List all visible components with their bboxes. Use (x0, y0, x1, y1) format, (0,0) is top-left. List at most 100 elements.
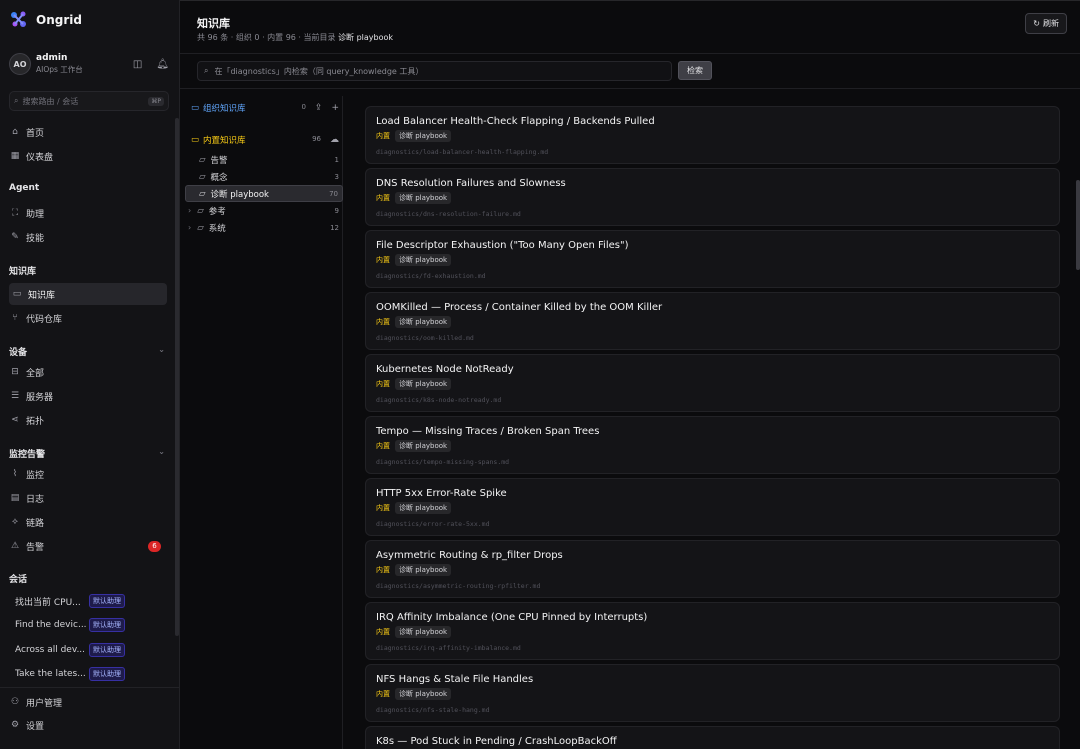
document-card[interactable]: K8s — Pod Stuck in Pending / CrashLoopBa… (365, 726, 1060, 749)
sidebar-item-dashboard[interactable]: ▦ 仪表盘 (9, 145, 167, 167)
book-icon: ▭ (12, 289, 22, 299)
tree-folder[interactable]: ▱ 概念 3 (185, 168, 343, 185)
kb-search-input[interactable]: ⌕ 在「diagnostics」内检索（同 query_knowledge 工具… (197, 61, 672, 81)
conversation-item[interactable]: 找出当前 CPU... 默认助理 (15, 594, 165, 608)
users-icon: ⚇ (10, 697, 20, 707)
document-path: diagnostics/fd-exhaustion.md (376, 272, 486, 280)
conversation-item[interactable]: Find the devic... 默认助理 (15, 618, 165, 632)
document-path: diagnostics/asymmetric-routing-rpfilter.… (376, 582, 541, 590)
builtin-count: 96 (312, 134, 321, 143)
alerts-count-badge: 6 (148, 540, 161, 552)
document-card[interactable]: DNS Resolution Failures and Slowness 内置诊… (365, 168, 1060, 226)
section-monitor[interactable]: 监控告警 ⌄ (9, 447, 165, 460)
builtin-tag: 内置 (376, 628, 390, 636)
sidebar-scrollbar[interactable] (175, 118, 179, 636)
avatar[interactable]: AO (9, 53, 31, 75)
search-button[interactable]: 检索 (678, 61, 712, 80)
tree-folder[interactable]: › ▱ 系统 12 (185, 219, 343, 236)
document-card[interactable]: OOMKilled — Process / Container Killed b… (365, 292, 1060, 350)
tree-folder[interactable]: ▱ 告警 1 (185, 151, 343, 168)
chevron-down-icon: ⌄ (158, 447, 165, 456)
builtin-tag: 内置 (376, 256, 390, 264)
section-devices[interactable]: 设备 ⌄ (9, 345, 165, 358)
sidebar-footer (0, 687, 180, 688)
app-logo[interactable]: Ongrid (10, 11, 82, 29)
document-card[interactable]: Load Balancer Health-Check Flapping / Ba… (365, 106, 1060, 164)
tree-folder[interactable]: › ▱ 参考 9 (185, 202, 343, 219)
tree-org-kb[interactable]: ▭ 组织知识库 0 ⇪ + (185, 99, 343, 116)
document-card[interactable]: Kubernetes Node NotReady 内置 诊断 playbook d… (365, 354, 1060, 412)
sidebar-item-home[interactable]: ⌂ 首页 (9, 121, 167, 143)
org-count: 0 (301, 102, 306, 111)
grid-icon: ▦ (10, 151, 20, 161)
document-title: Tempo — Missing Traces / Broken Span Tre… (376, 426, 600, 437)
server-icon: ☰ (10, 391, 20, 401)
plus-icon[interactable]: + (331, 103, 339, 113)
document-title: File Descriptor Exhaustion ("Too Many Op… (376, 240, 629, 251)
user-subtitle: AIOps 工作台 (36, 65, 83, 74)
category-tag: 诊断 playbook (395, 564, 452, 576)
document-path: diagnostics/tempo-missing-spans.md (376, 458, 510, 466)
search-icon: ⌕ (14, 96, 19, 105)
document-title: Asymmetric Routing & rp_filter Drops (376, 550, 563, 561)
document-list: Load Balancer Health-Check Flapping / Ba… (348, 88, 1080, 749)
document-path: diagnostics/load-balancer-health-flappin… (376, 148, 549, 156)
page-header: 知识库 共 96 条 · 组织 0 · 内置 96 · 当前目录 诊断 play… (180, 0, 1080, 54)
tree-builtin-kb[interactable]: ▭ 内置知识库 96 ☁ (185, 131, 343, 148)
sidebar-item-logs[interactable]: ▤ 日志 (9, 487, 167, 509)
folder-open-icon: ▱ (199, 188, 206, 199)
document-card[interactable]: HTTP 5xx Error-Rate Spike 内置 诊断 playbook … (365, 478, 1060, 536)
sidebar: Ongrid AO admin AIOps 工作台 ◫ 🔔︎ ⌕ 搜索路由 / … (0, 0, 180, 749)
document-card[interactable]: Asymmetric Routing & rp_filter Drops 内置诊… (365, 540, 1060, 598)
shortcut-badge: ⌘P (148, 96, 164, 106)
chevron-right-icon[interactable]: › (188, 206, 191, 215)
page-title: 知识库 (197, 17, 230, 30)
siren-icon: ⚠ (10, 541, 20, 551)
sidebar-item-monitor[interactable]: ⌇ 监控 (9, 463, 167, 485)
document-path: diagnostics/dns-resolution-failure.md (376, 210, 521, 218)
sidebar-item-alerts[interactable]: ⚠ 告警 6 (9, 535, 167, 557)
home-icon: ⌂ (12, 127, 18, 137)
document-title: Load Balancer Health-Check Flapping / Ba… (376, 116, 655, 127)
refresh-button[interactable]: ↻ 刷新 (1025, 13, 1067, 34)
sidebar-item-kb[interactable]: ▭ 知识库 (9, 283, 167, 305)
sidebar-search-input[interactable]: ⌕ 搜索路由 / 会话 ⌘P (9, 91, 169, 111)
document-card[interactable]: IRQ Affinity Imbalance (One CPU Pinned b… (365, 602, 1060, 660)
sidebar-item-traces[interactable]: ⟡ 链路 (9, 511, 167, 533)
document-path: diagnostics/k8s-node-notready.md (376, 396, 502, 404)
book-icon: ▭ (191, 102, 200, 113)
sidebar-item-settings[interactable]: ⚙ 设置 (9, 714, 167, 736)
main-area: 知识库 共 96 条 · 组织 0 · 内置 96 · 当前目录 诊断 play… (180, 0, 1080, 749)
chevron-right-icon[interactable]: › (188, 223, 191, 232)
folder-icon: ▱ (197, 222, 204, 233)
refresh-icon: ↻ (1033, 19, 1040, 28)
document-card[interactable]: NFS Hangs & Stale File Handles 内置 诊断 play… (365, 664, 1060, 722)
sidebar-item-servers[interactable]: ☰ 服务器 (9, 385, 167, 407)
wrench-icon: ✎ (11, 232, 19, 242)
sidebar-toggle-icon[interactable]: ◫ (133, 59, 142, 70)
category-tag: 诊断 playbook (395, 626, 452, 638)
sidebar-item-all[interactable]: ⊟ 全部 (9, 361, 167, 383)
sidebar-item-topology[interactable]: ⋖ 拓扑 (9, 409, 167, 431)
document-path: diagnostics/error-rate-5xx.md (376, 520, 490, 528)
assistant-tag: 默认助理 (89, 643, 125, 657)
builtin-tag: 内置 (376, 380, 390, 388)
document-title: Kubernetes Node NotReady (376, 364, 514, 375)
share-icon: ⋖ (11, 415, 19, 425)
sidebar-item-skills[interactable]: ✎ 技能 (9, 226, 167, 248)
document-card[interactable]: Tempo — Missing Traces / Broken Span Tre… (365, 416, 1060, 474)
sidebar-item-repos[interactable]: ⑂ 代码仓库 (9, 307, 167, 329)
search-row: ⌕ 在「diagnostics」内检索（同 query_knowledge 工具… (197, 61, 712, 81)
upload-icon[interactable]: ⇪ (315, 103, 323, 113)
document-card[interactable]: File Descriptor Exhaustion ("Too Many Op… (365, 230, 1060, 288)
cloud-icon[interactable]: ☁ (330, 135, 339, 145)
sidebar-item-user-mgmt[interactable]: ⚇ 用户管理 (9, 691, 167, 713)
document-title: NFS Hangs & Stale File Handles (376, 674, 534, 685)
list-scrollbar[interactable] (1076, 180, 1080, 270)
bell-icon[interactable]: 🔔︎ (156, 59, 169, 70)
document-title: IRQ Affinity Imbalance (One CPU Pinned b… (376, 612, 648, 623)
conversation-item[interactable]: Take the lates... 默认助理 (15, 667, 165, 681)
sidebar-item-assistant[interactable]: ⛶ 助理 (9, 202, 167, 224)
tree-folder-selected[interactable]: ▱ 诊断 playbook 70 (185, 185, 343, 202)
conversation-item[interactable]: Across all dev... 默认助理 (15, 643, 165, 657)
